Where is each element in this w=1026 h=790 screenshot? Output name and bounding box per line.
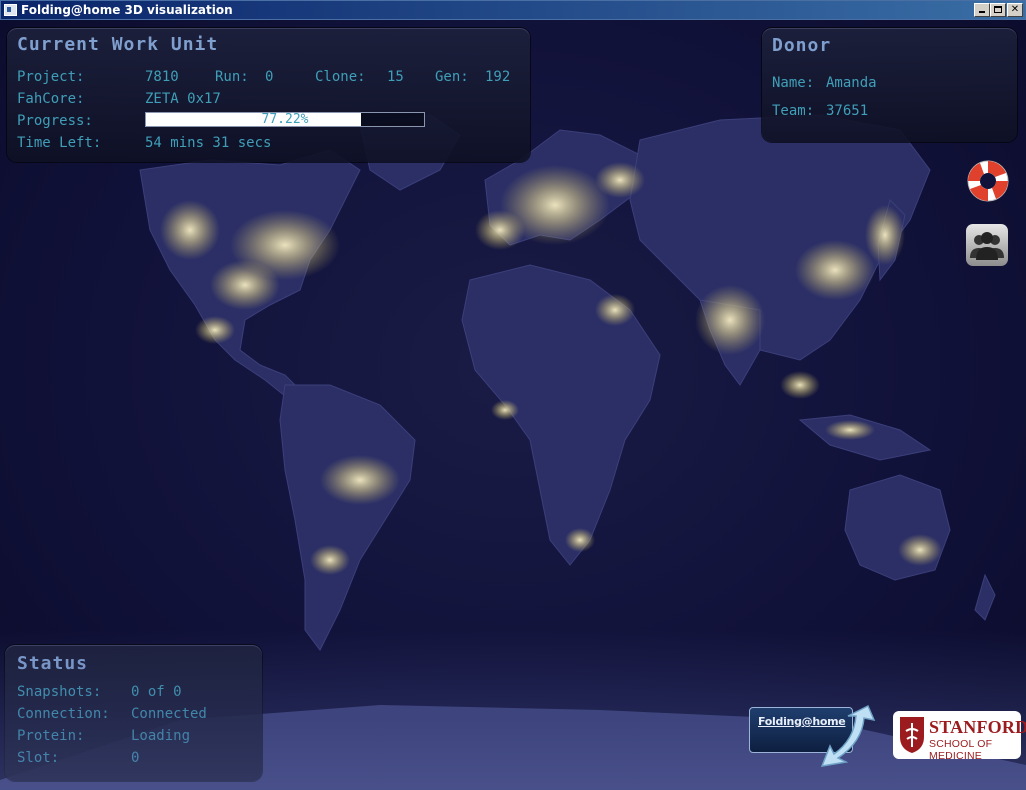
donor-panel: Donor Name: Amanda Team: 37651 <box>762 28 1017 142</box>
new-zealand-landmass <box>974 573 996 621</box>
fahcore-value: ZETA 0x17 <box>145 91 221 107</box>
run-value: 0 <box>265 69 274 85</box>
work-unit-panel: Current Work Unit Project: 7810 Run: 0 C… <box>7 28 530 162</box>
fahcore-label: FahCore: <box>17 91 85 107</box>
donor-title: Donor <box>772 35 832 56</box>
protein-label: Protein: <box>17 728 85 744</box>
lifebuoy-icon[interactable] <box>965 158 1011 204</box>
stanford-seal-icon <box>900 717 924 753</box>
status-title: Status <box>17 653 89 674</box>
australia-landmass <box>844 474 951 581</box>
connection-value: Connected <box>131 706 207 722</box>
progress-label: Progress: <box>17 113 93 129</box>
south-america-landmass <box>279 384 416 651</box>
donor-name-label: Name: <box>772 75 815 91</box>
clone-label: Clone: <box>315 69 366 85</box>
team-people-icon[interactable] <box>966 224 1008 266</box>
snapshots-value: 0 of 0 <box>131 684 182 700</box>
project-value: 7810 <box>145 69 179 85</box>
visualization-viewport[interactable]: Current Work Unit Project: 7810 Run: 0 C… <box>0 20 1026 790</box>
progress-bar: 77.22% <box>145 112 425 127</box>
slot-label: Slot: <box>17 750 60 766</box>
connection-label: Connection: <box>17 706 110 722</box>
maximize-button[interactable] <box>990 3 1006 17</box>
minimize-button[interactable] <box>974 3 990 17</box>
stanford-name: STANFORD <box>929 717 1026 737</box>
people-silhouette-icon <box>970 232 1004 260</box>
gen-value: 192 <box>485 69 511 85</box>
snapshots-label: Snapshots: <box>17 684 102 700</box>
window-titlebar[interactable]: Folding@home 3D visualization ✕ <box>0 0 1026 20</box>
close-button[interactable]: ✕ <box>1007 3 1023 17</box>
slot-value: 0 <box>131 750 140 766</box>
app-icon[interactable] <box>4 4 17 16</box>
work-unit-title: Current Work Unit <box>17 34 219 55</box>
project-label: Project: <box>17 69 85 85</box>
protein-value: Loading <box>131 728 191 744</box>
team-label: Team: <box>772 103 815 119</box>
stanford-subtitle: SCHOOL OF MEDICINE <box>929 738 993 762</box>
gen-label: Gen: <box>435 69 469 85</box>
donor-name-value: Amanda <box>826 75 877 91</box>
stanford-medicine-logo[interactable]: STANFORD SCHOOL OF MEDICINE <box>893 711 1026 762</box>
team-value: 37651 <box>826 103 869 119</box>
status-panel: Status Snapshots: 0 of 0 Connection: Con… <box>5 645 262 781</box>
run-label: Run: <box>215 69 249 85</box>
clone-value: 15 <box>387 69 404 85</box>
progress-text: 77.22% <box>261 112 309 127</box>
time-left-label: Time Left: <box>17 135 102 151</box>
window-title: Folding@home 3D visualization <box>21 3 233 17</box>
time-left-value: 54 mins 31 secs <box>145 135 272 151</box>
folding-arrow-icon <box>820 704 876 767</box>
